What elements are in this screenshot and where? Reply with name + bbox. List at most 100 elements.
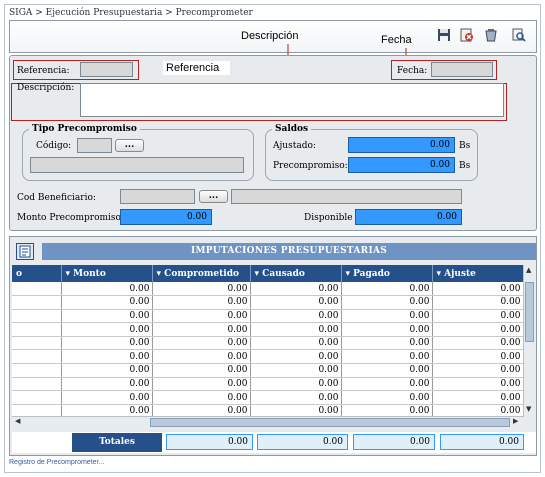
fecha-input[interactable] (431, 62, 493, 77)
scroll-right-icon[interactable]: ▶ (513, 417, 518, 425)
table-row[interactable]: 0.00 0.00 0.00 0.00 0.00 (12, 390, 523, 405)
table-cell[interactable]: 0.00 (61, 282, 153, 297)
table-cell[interactable] (12, 377, 62, 392)
column-header[interactable]: ▾ Monto (61, 265, 153, 282)
table-cell[interactable]: 0.00 (152, 322, 251, 337)
column-header[interactable]: ▾ Pagado (341, 265, 433, 282)
table-row[interactable]: 0.00 0.00 0.00 0.00 0.00 (12, 349, 523, 365)
table-cell[interactable]: 0.00 (250, 377, 342, 392)
beneficiario-lookup-button[interactable]: ... (199, 190, 228, 203)
table-cell[interactable]: 0.00 (250, 309, 342, 324)
table-cell[interactable]: 0.00 (152, 377, 251, 392)
table-cell[interactable]: 0.00 (250, 295, 342, 310)
table-cell[interactable]: 0.00 (152, 282, 251, 297)
table-cell[interactable]: 0.00 (61, 377, 153, 392)
table-cell[interactable]: 0.00 (341, 349, 433, 365)
column-header[interactable]: ▾ Comprometido (152, 265, 251, 282)
descripcion-label: Descripción: (17, 83, 75, 93)
table-cell[interactable]: 0.00 (250, 336, 342, 351)
callout-referencia: Referencia (166, 62, 220, 74)
table-cell[interactable]: 0.00 (61, 336, 153, 351)
table-cell[interactable]: 0.00 (341, 309, 433, 324)
imputaciones-table: o ▾ Monto ▾ Comprometido ▾ Causado ▾ Pagado ▾… (12, 265, 523, 417)
table-row[interactable]: 0.00 0.00 0.00 0.00 0.00 (12, 377, 523, 392)
table-cell[interactable]: 0.00 (432, 349, 523, 365)
cod-beneficiario-input[interactable] (120, 189, 195, 204)
table-cell[interactable] (12, 309, 62, 324)
table-cell[interactable]: 0.00 (341, 336, 433, 351)
table-cell[interactable]: 0.00 (61, 390, 153, 405)
descripcion-textarea[interactable] (80, 83, 504, 117)
total-ajuste: 0.00 (440, 434, 524, 450)
monto-precompromiso-input[interactable]: 0.00 (120, 209, 212, 225)
table-cell[interactable]: 0.00 (152, 336, 251, 351)
table-cell[interactable]: 0.00 (61, 363, 153, 378)
column-header[interactable]: o (12, 265, 62, 282)
codigo-input[interactable] (77, 138, 112, 153)
table-cell[interactable]: 0.00 (250, 322, 342, 337)
table-cell[interactable]: 0.00 (432, 322, 523, 337)
scroll-left-icon[interactable]: ◀ (15, 417, 20, 425)
tipo-descripcion-field (30, 157, 244, 173)
referencia-label: Referencia: (17, 66, 70, 76)
table-cell[interactable]: 0.00 (432, 390, 523, 405)
table-cell[interactable]: 0.00 (61, 322, 153, 337)
table-cell[interactable]: 0.00 (341, 322, 433, 337)
column-header[interactable]: ▾ Causado (250, 265, 342, 282)
beneficiario-name-field (231, 189, 462, 204)
grid-edit-icon[interactable] (16, 243, 34, 260)
table-cell[interactable]: 0.00 (432, 336, 523, 351)
table-row[interactable]: 0.00 0.00 0.00 0.00 0.00 (12, 322, 523, 337)
table-row[interactable]: 0.00 0.00 0.00 0.00 0.00 (12, 363, 523, 378)
table-cell[interactable]: 0.00 (341, 390, 433, 405)
codigo-lookup-button[interactable]: ... (115, 139, 144, 152)
table-cell[interactable]: 0.00 (341, 377, 433, 392)
table-row[interactable]: 0.00 0.00 0.00 0.00 0.00 (12, 282, 523, 297)
table-cell[interactable] (12, 282, 62, 297)
table-cell[interactable]: 0.00 (341, 363, 433, 378)
table-cell[interactable]: 0.00 (432, 295, 523, 310)
table-row[interactable]: 0.00 0.00 0.00 0.00 0.00 (12, 309, 523, 324)
table-cell[interactable]: 0.00 (152, 309, 251, 324)
table-cell[interactable]: 0.00 (152, 390, 251, 405)
total-pagado: 0.00 (353, 434, 435, 450)
table-cell[interactable]: 0.00 (152, 363, 251, 378)
table-cell[interactable] (12, 390, 62, 405)
table-cell[interactable]: 0.00 (250, 282, 342, 297)
table-cell[interactable]: 0.00 (432, 363, 523, 378)
totales-label: Totales (72, 433, 162, 452)
table-cell[interactable]: 0.00 (341, 282, 433, 297)
table-cell[interactable] (12, 349, 62, 365)
table-cell[interactable] (12, 295, 62, 310)
table-cell[interactable] (12, 363, 62, 378)
horizontal-scroll-thumb[interactable] (150, 418, 510, 427)
column-header[interactable]: ▾ Ajuste (432, 265, 523, 282)
referencia-input[interactable] (80, 62, 133, 77)
table-cell[interactable]: 0.00 (61, 309, 153, 324)
table-cell[interactable]: 0.00 (432, 377, 523, 392)
table-cell[interactable]: 0.00 (341, 295, 433, 310)
saldos-title: Saldos (272, 124, 312, 134)
scroll-down-icon[interactable]: ▼ (526, 405, 531, 413)
table-cell[interactable]: 0.00 (61, 349, 153, 365)
table-cell[interactable] (12, 336, 62, 351)
table-cell[interactable] (12, 322, 62, 337)
table-cell[interactable]: 0.00 (250, 363, 342, 378)
vertical-scroll-thumb[interactable] (525, 282, 534, 342)
table-row[interactable]: 0.00 0.00 0.00 0.00 0.00 (12, 295, 523, 310)
table-cell[interactable]: 0.00 (152, 349, 251, 365)
table-cell[interactable]: 0.00 (250, 390, 342, 405)
monto-precompromiso-label: Monto Precompromiso: (17, 213, 124, 223)
table-cell[interactable]: 0.00 (152, 295, 251, 310)
table-cell[interactable]: 0.00 (432, 309, 523, 324)
status-bar-text: Registro de Precomprometer... (9, 459, 105, 466)
table-cell[interactable]: 0.00 (61, 295, 153, 310)
table-row[interactable]: 0.00 0.00 0.00 0.00 0.00 (12, 336, 523, 351)
tipo-precompromiso-group (22, 129, 254, 181)
precompromiso-value: 0.00 (348, 157, 455, 173)
total-comprometido: 0.00 (166, 434, 253, 450)
scroll-up-icon[interactable]: ▲ (526, 266, 531, 274)
table-cell[interactable]: 0.00 (432, 282, 523, 297)
ajustado-value: 0.00 (348, 137, 455, 153)
table-cell[interactable]: 0.00 (250, 349, 342, 365)
